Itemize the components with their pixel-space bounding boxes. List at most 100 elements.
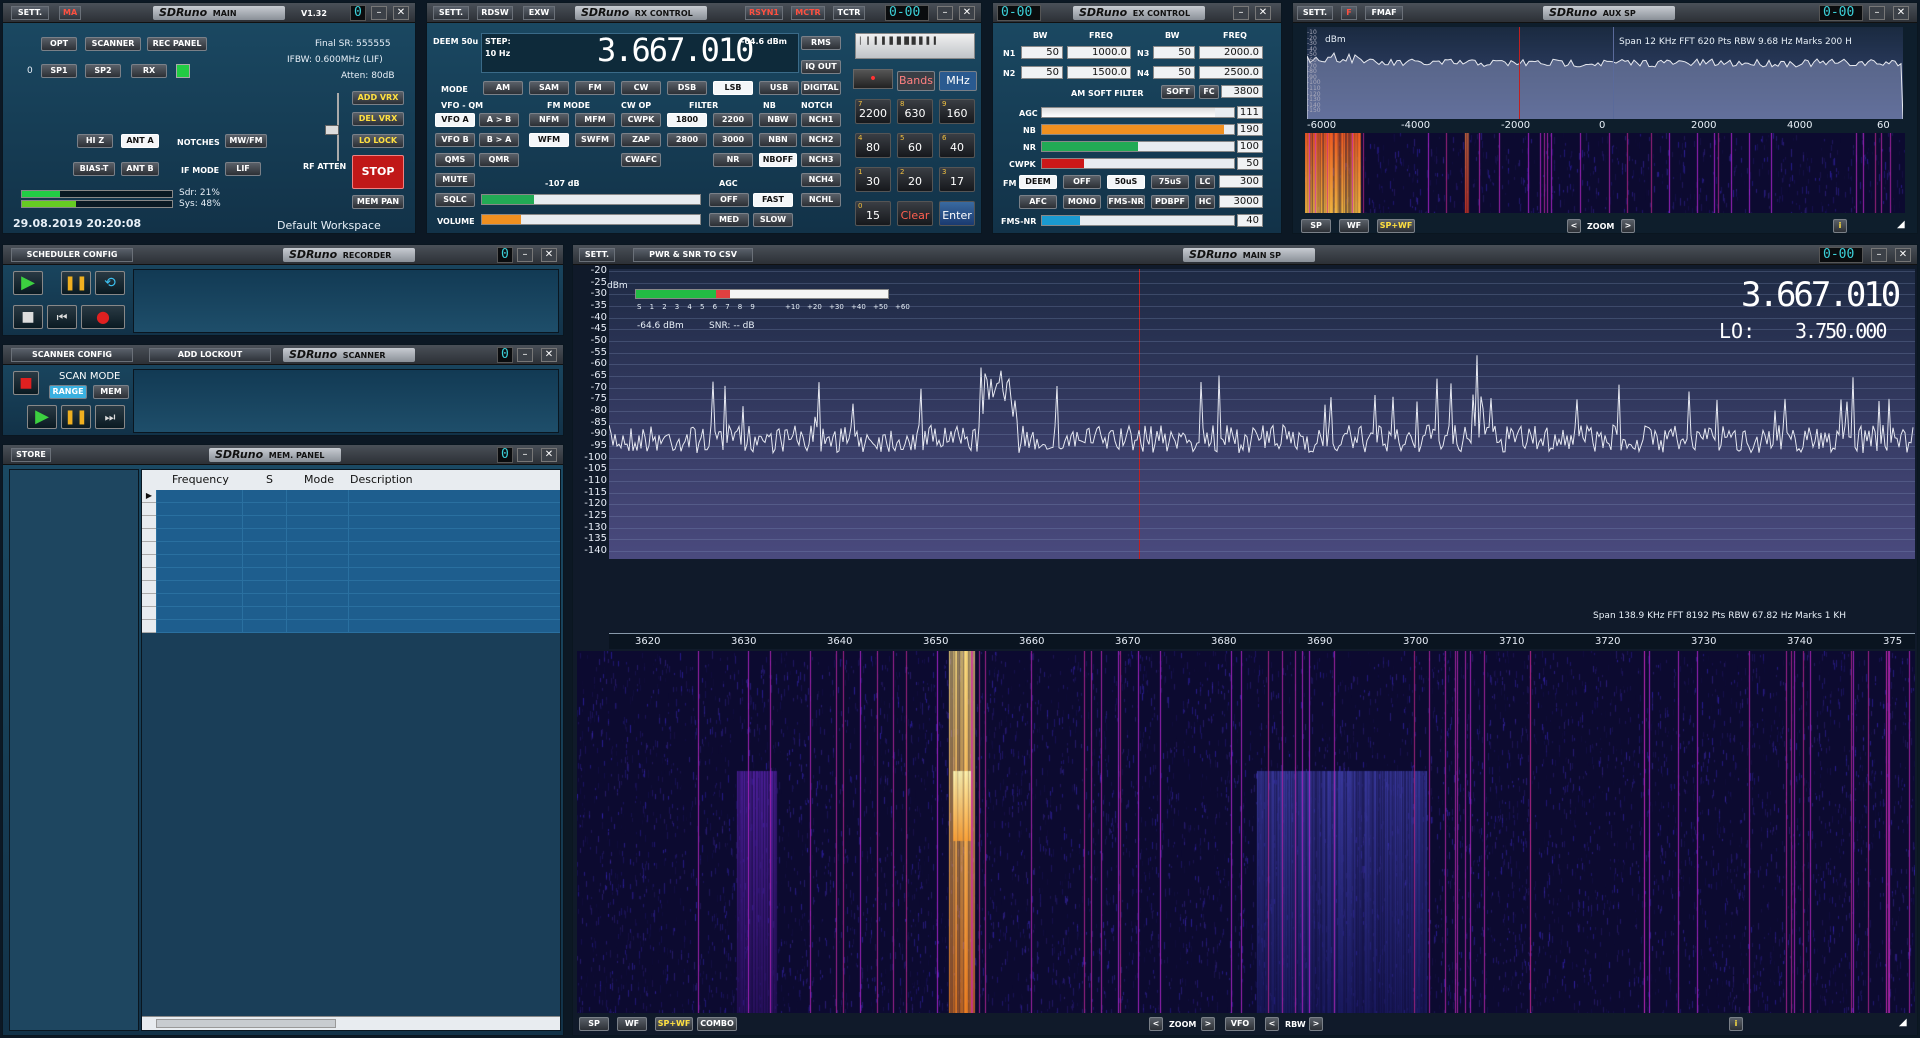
close-icon[interactable]: ✕ [541,348,557,362]
n2-bw[interactable]: 50 [1021,66,1063,79]
table-row[interactable] [142,620,560,633]
mode-sam[interactable]: SAM [529,81,569,95]
soft-button[interactable]: SOFT [1161,85,1195,99]
rbw-up-button[interactable]: > [1309,1017,1323,1031]
key-0[interactable]: 0 15 [855,201,891,226]
iq-out-button[interactable]: IQ OUT [801,60,841,74]
wf-button[interactable]: WF [617,1017,647,1031]
aux-wf-button[interactable]: WF [1339,219,1369,233]
scanner-button[interactable]: SCANNER [85,37,141,51]
digital-button[interactable]: DIGITAL [801,81,841,95]
tctr-button[interactable]: TCTR [833,6,865,20]
key-3[interactable]: 3 17 [939,167,975,192]
mode-cw[interactable]: CW [621,81,661,95]
agc-slider[interactable] [1041,107,1235,118]
close-icon[interactable]: ✕ [1893,6,1909,20]
rf-atten-thumb[interactable] [325,125,339,135]
main-sett-button[interactable]: SETT. [11,6,49,20]
aux-f-button[interactable]: F [1341,6,1357,20]
nch4-button[interactable]: NCH4 [801,173,841,187]
close-icon[interactable]: ✕ [1255,6,1271,20]
vfo-b-button[interactable]: VFO B [435,133,475,147]
minimize-icon[interactable]: – [1233,6,1249,20]
minimize-icon[interactable]: – [517,348,533,362]
combo-button[interactable]: COMBO [697,1017,737,1031]
fc-value[interactable]: 3800 [1221,85,1263,98]
mwfm-button[interactable]: MW/FM [225,134,267,148]
mem-table[interactable]: Frequency S Mode Description ▶ [141,469,561,1031]
scan-skip-icon[interactable]: ⏭ [95,405,125,429]
agc-med-button[interactable]: MED [709,213,749,227]
spectrum-area[interactable] [609,269,1915,559]
table-row[interactable] [142,555,560,568]
minimize-icon[interactable]: – [937,6,953,20]
key-5[interactable]: 5 60 [897,133,933,158]
minimize-icon[interactable]: – [517,448,533,462]
nchl-button[interactable]: NCHL [801,193,841,207]
nr-button[interactable]: NR [713,153,753,167]
key-2[interactable]: 2 20 [897,167,933,192]
main-ma-button[interactable]: MA [59,6,81,20]
nch1-button[interactable]: NCH1 [801,113,841,127]
aux-zoom-out[interactable]: < [1567,219,1581,233]
mem-pan-button[interactable]: MEM PAN [352,195,404,209]
aux-info-button[interactable]: i [1833,219,1847,233]
lo-lock-button[interactable]: LO LOCK [352,134,404,148]
nboff-button[interactable]: NBOFF [759,153,797,167]
minimize-icon[interactable]: – [371,6,387,20]
n4-freq[interactable]: 2500.0 [1199,66,1263,79]
afc-button[interactable]: AFC [1019,195,1057,209]
sp1-button[interactable]: SP1 [41,64,77,78]
aux-sett-button[interactable]: SETT. [1297,6,1333,20]
deem-off-button[interactable]: OFF [1063,175,1101,189]
aux-zoom-in[interactable]: > [1621,219,1635,233]
agc-slow-button[interactable]: SLOW [753,213,793,227]
sqlc-button[interactable]: SQLC [435,193,475,207]
qmr-button[interactable]: QMR [479,153,519,167]
store-button[interactable]: STORE [11,448,51,462]
mode-fm[interactable]: FM [575,81,615,95]
col-s[interactable]: S [266,473,273,486]
nbw-button[interactable]: NBW [759,113,797,127]
deem-75us-button[interactable]: 75uS [1151,175,1189,189]
minimize-icon[interactable]: – [1869,6,1885,20]
cwpk-slider[interactable] [1041,158,1235,169]
table-row[interactable] [142,516,560,529]
key-7[interactable]: 7 2200 [855,99,891,124]
wfm-button[interactable]: WFM [529,133,569,147]
agc-off-button[interactable]: OFF [709,193,749,207]
rbw-down-button[interactable]: < [1265,1017,1279,1031]
spwf-button[interactable]: SP+WF [655,1017,693,1031]
vfo-button[interactable]: VFO [1225,1017,1255,1031]
b-to-a-button[interactable]: B > A [479,133,519,147]
fms-nr-button[interactable]: FMS-NR [1107,195,1145,209]
cwpk-button[interactable]: CWPK [621,113,661,127]
table-row[interactable] [142,581,560,594]
lif-button[interactable]: LIF [225,162,261,176]
n3-freq[interactable]: 2000.0 [1199,46,1263,59]
mode-am[interactable]: AM [483,81,523,95]
fms-nr-slider[interactable] [1041,215,1235,226]
hiz-button[interactable]: HI Z [77,134,113,148]
table-row[interactable]: ▶ [142,490,560,503]
bands-button[interactable]: Bands [897,71,935,91]
aux-spwf-button[interactable]: SP+WF [1377,219,1415,233]
scan-stop-icon[interactable]: ■ [13,371,39,395]
fmaf-button[interactable]: FMAF [1365,6,1403,20]
n1-bw[interactable]: 50 [1021,46,1063,59]
scan-pause-icon[interactable]: ❚❚ [61,405,91,429]
a-to-b-button[interactable]: A > B [479,113,519,127]
hc-button[interactable]: HC [1195,195,1215,209]
nch2-button[interactable]: NCH2 [801,133,841,147]
close-icon[interactable]: ✕ [959,6,975,20]
scanner-config-button[interactable]: SCANNER CONFIG [11,348,133,362]
key-9[interactable]: 9 160 [939,99,975,124]
sp-button[interactable]: SP [579,1017,609,1031]
add-lockout-button[interactable]: ADD LOCKOUT [149,348,271,362]
lc-value[interactable]: 300 [1219,175,1263,188]
scroll-thumb[interactable] [156,1019,336,1028]
rec-panel-button[interactable]: REC PANEL [147,37,207,51]
nb-slider[interactable] [1041,124,1235,135]
nfm-button[interactable]: NFM [529,113,569,127]
play-icon[interactable]: ▶ [13,271,43,295]
